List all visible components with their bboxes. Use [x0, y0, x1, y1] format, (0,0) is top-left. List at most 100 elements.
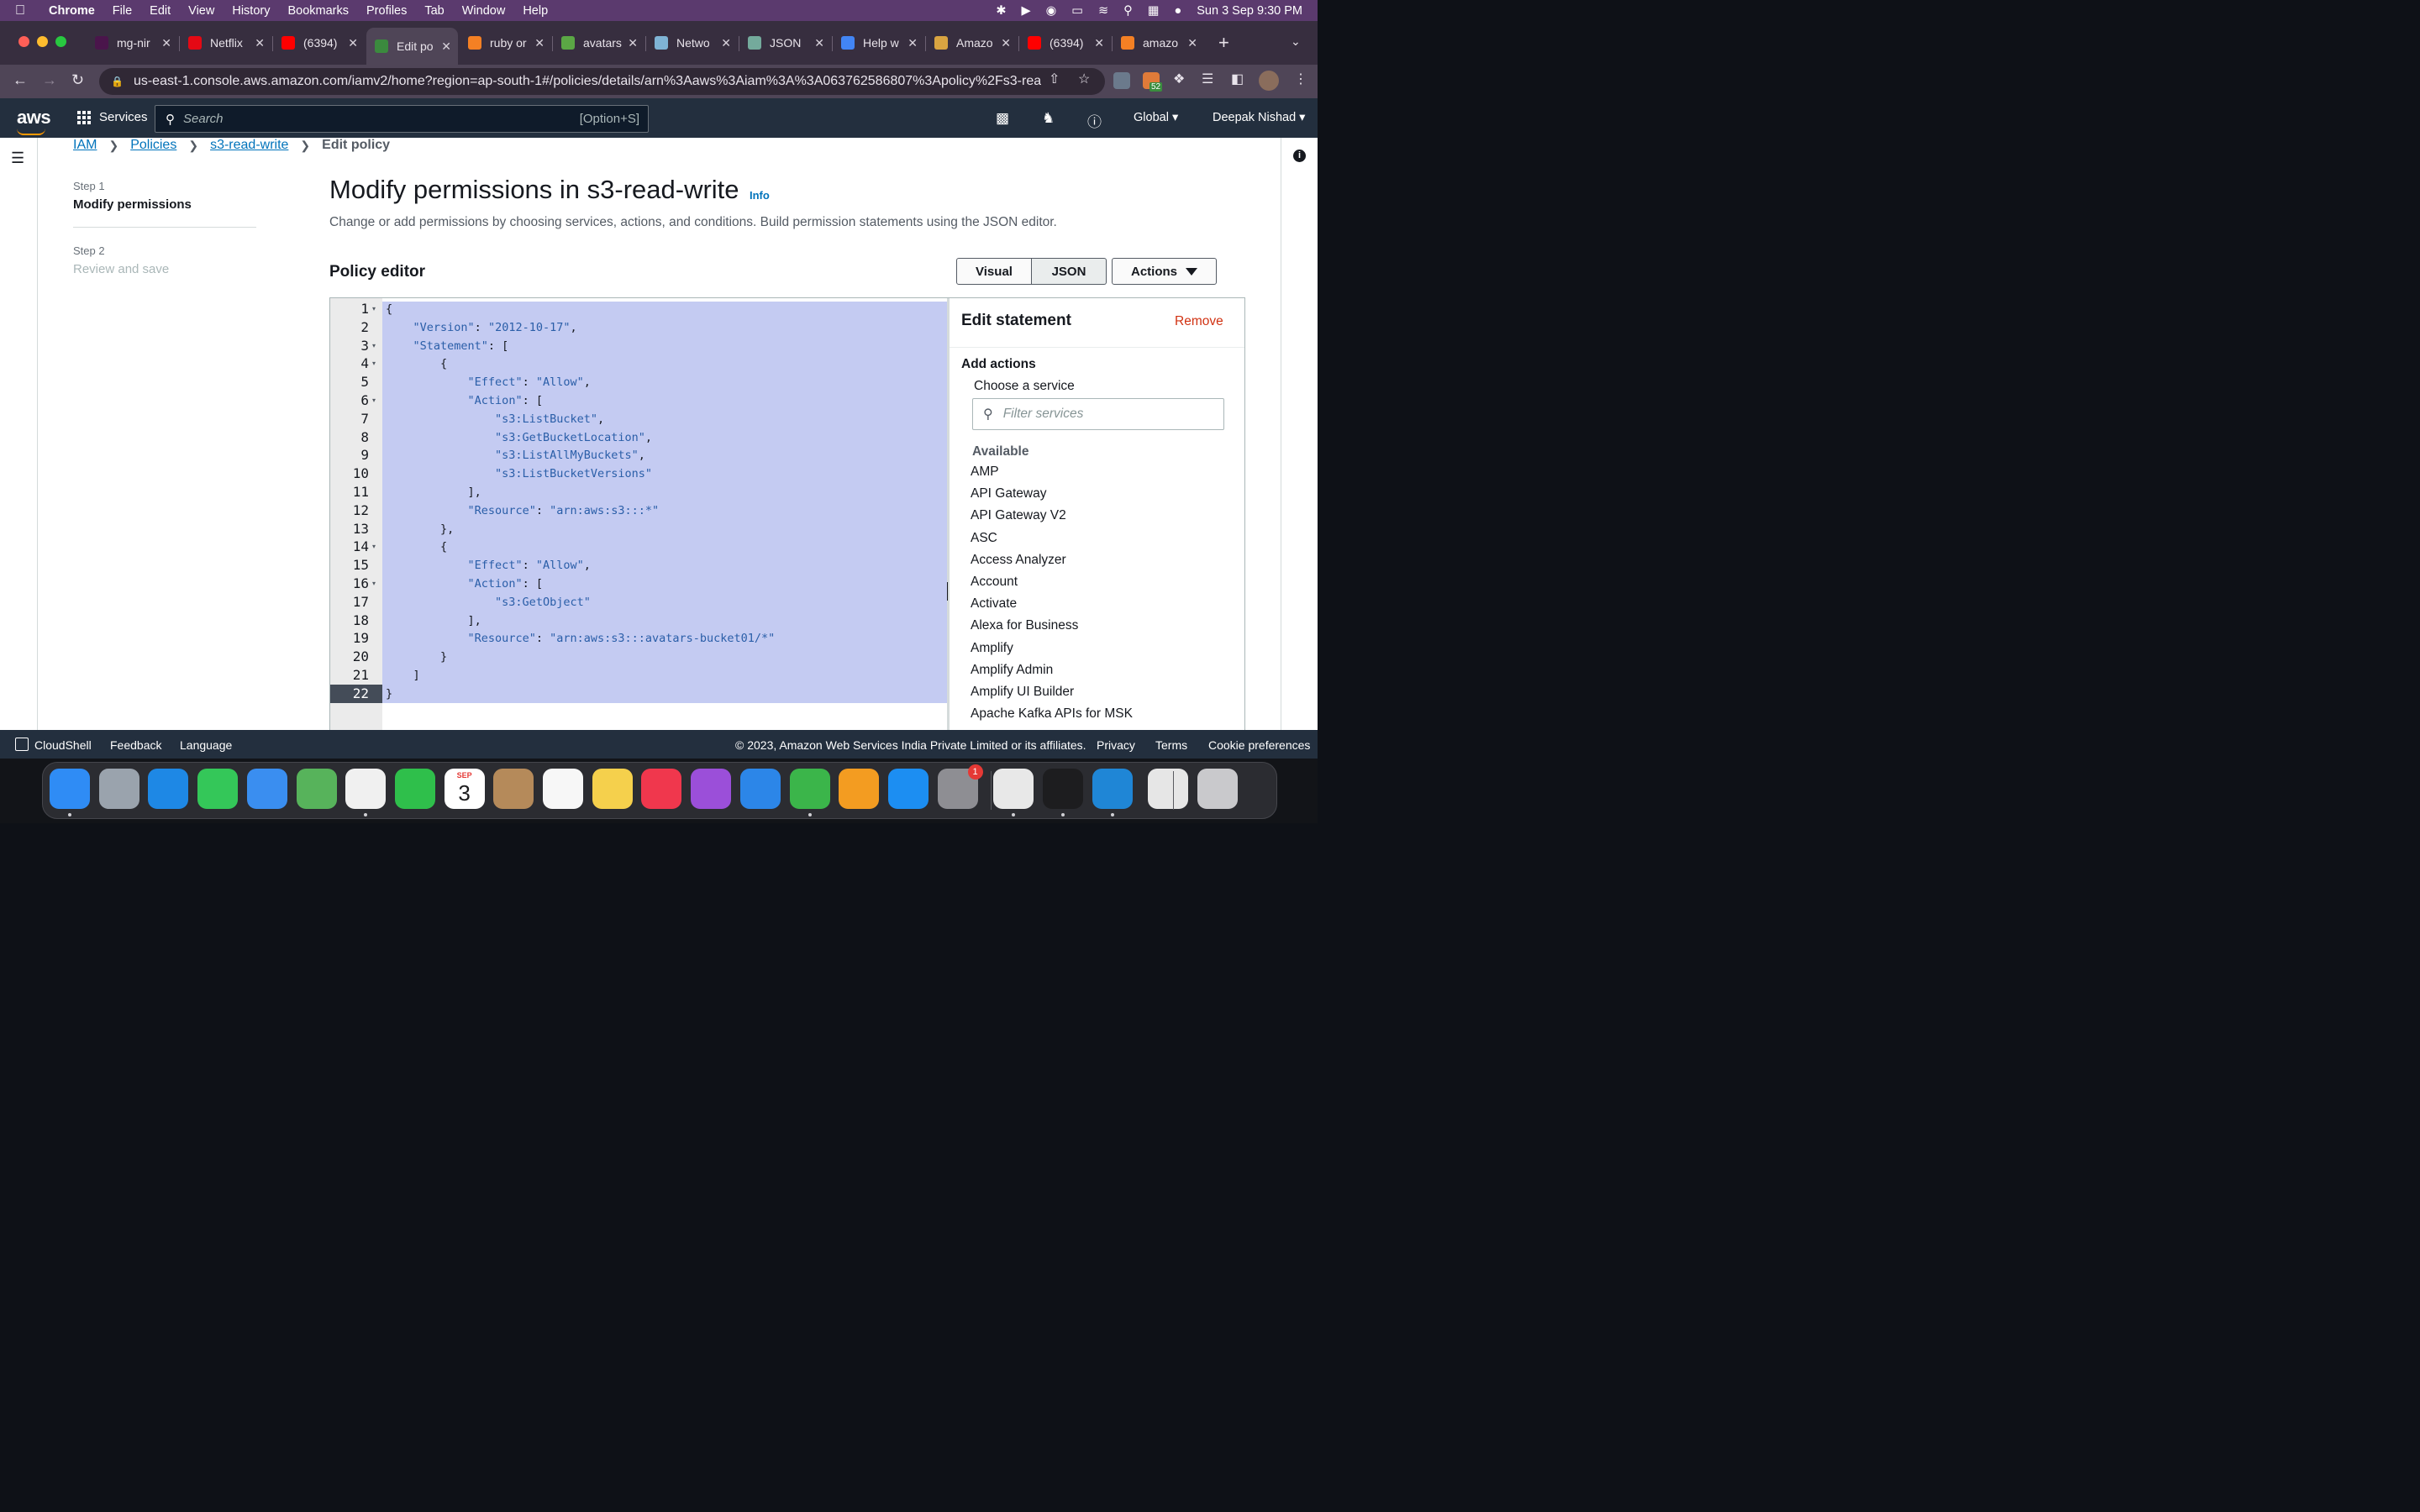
terminal-icon[interactable]	[1043, 769, 1083, 809]
zoom-window-icon[interactable]	[55, 36, 66, 47]
apple-menu-icon[interactable]: 	[15, 3, 37, 18]
podcasts-icon[interactable]	[691, 769, 732, 809]
close-tab-icon[interactable]: ✕	[1001, 36, 1011, 50]
code-area[interactable]: { "Version": "2012-10-17", "Statement": …	[382, 298, 947, 730]
fold-toggle-icon[interactable]: ▾	[372, 580, 376, 587]
wifi-icon[interactable]: ≋	[1098, 4, 1108, 18]
browser-tab[interactable]: Help w ✕	[833, 28, 924, 58]
breadcrumb-policies[interactable]: Policies	[130, 138, 176, 153]
browser-tab[interactable]: avatars ✕	[553, 28, 644, 58]
bluetooth-icon[interactable]: ✱	[996, 4, 1006, 18]
privacy-link[interactable]: Privacy	[1097, 738, 1135, 752]
service-list-item[interactable]: Amplify Admin	[971, 663, 1053, 678]
service-list-item[interactable]: ASC	[971, 531, 997, 546]
browser-tab[interactable]: Netflix ✕	[180, 28, 271, 58]
browser-tab[interactable]: JSON ✕	[739, 28, 831, 58]
browser-tab[interactable]: Netwo ✕	[646, 28, 738, 58]
menu-help[interactable]: Help	[523, 4, 548, 18]
service-list-item[interactable]: API Gateway	[971, 486, 1046, 501]
facetime-icon[interactable]	[394, 769, 435, 809]
photos-icon[interactable]	[345, 769, 387, 809]
aws-logo[interactable]: aws	[17, 107, 51, 135]
notifications-bell-icon[interactable]: ♞	[1042, 110, 1055, 127]
music-icon[interactable]	[641, 769, 682, 809]
menu-app-name[interactable]: Chrome	[49, 4, 95, 18]
menu-edit[interactable]: Edit	[150, 4, 171, 18]
service-list-item[interactable]: Access Analyzer	[971, 553, 1066, 568]
reload-icon[interactable]: ↻	[71, 71, 84, 89]
region-selector[interactable]: Global ▾	[1134, 111, 1178, 124]
chrome-icon[interactable]	[993, 769, 1034, 809]
messages-icon[interactable]	[197, 769, 239, 809]
close-tab-icon[interactable]: ✕	[348, 36, 358, 50]
siri-icon[interactable]: ●	[1174, 4, 1181, 18]
fold-toggle-icon[interactable]: ▾	[372, 543, 376, 550]
back-arrow-icon[interactable]: ←	[13, 71, 28, 89]
close-window-icon[interactable]	[18, 36, 29, 47]
terms-link[interactable]: Terms	[1155, 738, 1187, 752]
safari-icon[interactable]	[148, 769, 189, 809]
browser-tab[interactable]: Amazo ✕	[926, 28, 1018, 58]
service-list-item[interactable]: Amplify UI Builder	[971, 685, 1074, 700]
cloudshell-icon[interactable]: ▩	[996, 110, 1009, 127]
fold-toggle-icon[interactable]: ▾	[372, 342, 376, 349]
info-panel-icon[interactable]: i	[1293, 150, 1306, 162]
close-tab-icon[interactable]: ✕	[1094, 36, 1104, 50]
play-icon[interactable]: ▶	[1021, 4, 1030, 18]
reading-list-icon[interactable]: ☰	[1202, 71, 1213, 87]
share-icon[interactable]: ⇧	[1049, 71, 1060, 87]
new-tab-button[interactable]: +	[1218, 32, 1229, 54]
mail-icon[interactable]	[246, 769, 287, 809]
filter-services-input[interactable]: ⚲ Filter services	[972, 398, 1224, 430]
breadcrumb-iam[interactable]: IAM	[73, 138, 97, 153]
devtools-extension-icon[interactable]	[1113, 72, 1130, 89]
numbers-icon[interactable]	[789, 769, 830, 809]
service-list-item[interactable]: Alexa for Business	[971, 618, 1078, 633]
browser-tab[interactable]: amazo ✕	[1113, 28, 1204, 58]
services-menu[interactable]: Services	[77, 110, 148, 124]
close-tab-icon[interactable]: ✕	[1187, 36, 1197, 50]
actions-dropdown-button[interactable]: Actions	[1112, 258, 1217, 285]
menu-profiles[interactable]: Profiles	[366, 4, 407, 18]
help-icon[interactable]: ⓘ	[1087, 110, 1102, 131]
feedback-link[interactable]: Feedback	[110, 738, 161, 752]
close-tab-icon[interactable]: ✕	[814, 36, 824, 50]
contacts-icon[interactable]	[493, 769, 534, 809]
visual-mode-button[interactable]: Visual	[956, 258, 1032, 285]
user-menu[interactable]: Deepak Nishad ▾	[1213, 111, 1305, 124]
launchpad-icon[interactable]	[98, 769, 139, 809]
language-link[interactable]: Language	[180, 738, 232, 752]
close-tab-icon[interactable]: ✕	[908, 36, 918, 50]
menu-view[interactable]: View	[188, 4, 214, 18]
maps-icon[interactable]	[296, 769, 337, 809]
reminders-icon[interactable]	[543, 769, 583, 809]
service-list-item[interactable]: Activate	[971, 596, 1017, 612]
profile-avatar[interactable]	[1259, 71, 1279, 91]
cookie-preferences-link[interactable]: Cookie preferences	[1208, 738, 1310, 752]
browser-tab[interactable]: Edit po ✕	[366, 28, 458, 65]
csv-file-icon[interactable]	[1148, 769, 1189, 809]
service-list-item[interactable]: AMP	[971, 465, 999, 480]
notes-icon[interactable]	[592, 769, 633, 809]
json-mode-button[interactable]: JSON	[1032, 258, 1107, 285]
fold-toggle-icon[interactable]: ▾	[372, 396, 376, 404]
vscode-icon[interactable]	[1092, 769, 1133, 809]
cloudshell-link[interactable]: CloudShell	[34, 738, 92, 752]
close-tab-icon[interactable]: ✕	[721, 36, 731, 50]
menu-history[interactable]: History	[232, 4, 270, 18]
app-store-icon[interactable]	[887, 769, 929, 809]
menu-window[interactable]: Window	[462, 4, 506, 18]
trash-icon[interactable]	[1197, 769, 1239, 809]
tab-search-chevron-icon[interactable]: ⌄	[1291, 34, 1301, 49]
lock-icon[interactable]: 🔒	[111, 76, 124, 87]
calendar-icon[interactable]: SEP 3	[444, 769, 485, 809]
close-tab-icon[interactable]: ✕	[255, 36, 265, 50]
close-tab-icon[interactable]: ✕	[161, 36, 171, 50]
menu-file[interactable]: File	[113, 4, 132, 18]
puzzle-extensions-icon[interactable]: ❖	[1173, 71, 1185, 87]
fold-toggle-icon[interactable]: ▾	[372, 360, 376, 367]
minimize-window-icon[interactable]	[37, 36, 48, 47]
close-tab-icon[interactable]: ✕	[441, 39, 451, 54]
browser-tab[interactable]: mg-nir ✕	[87, 28, 178, 58]
battery-icon[interactable]: ▭	[1071, 4, 1083, 18]
